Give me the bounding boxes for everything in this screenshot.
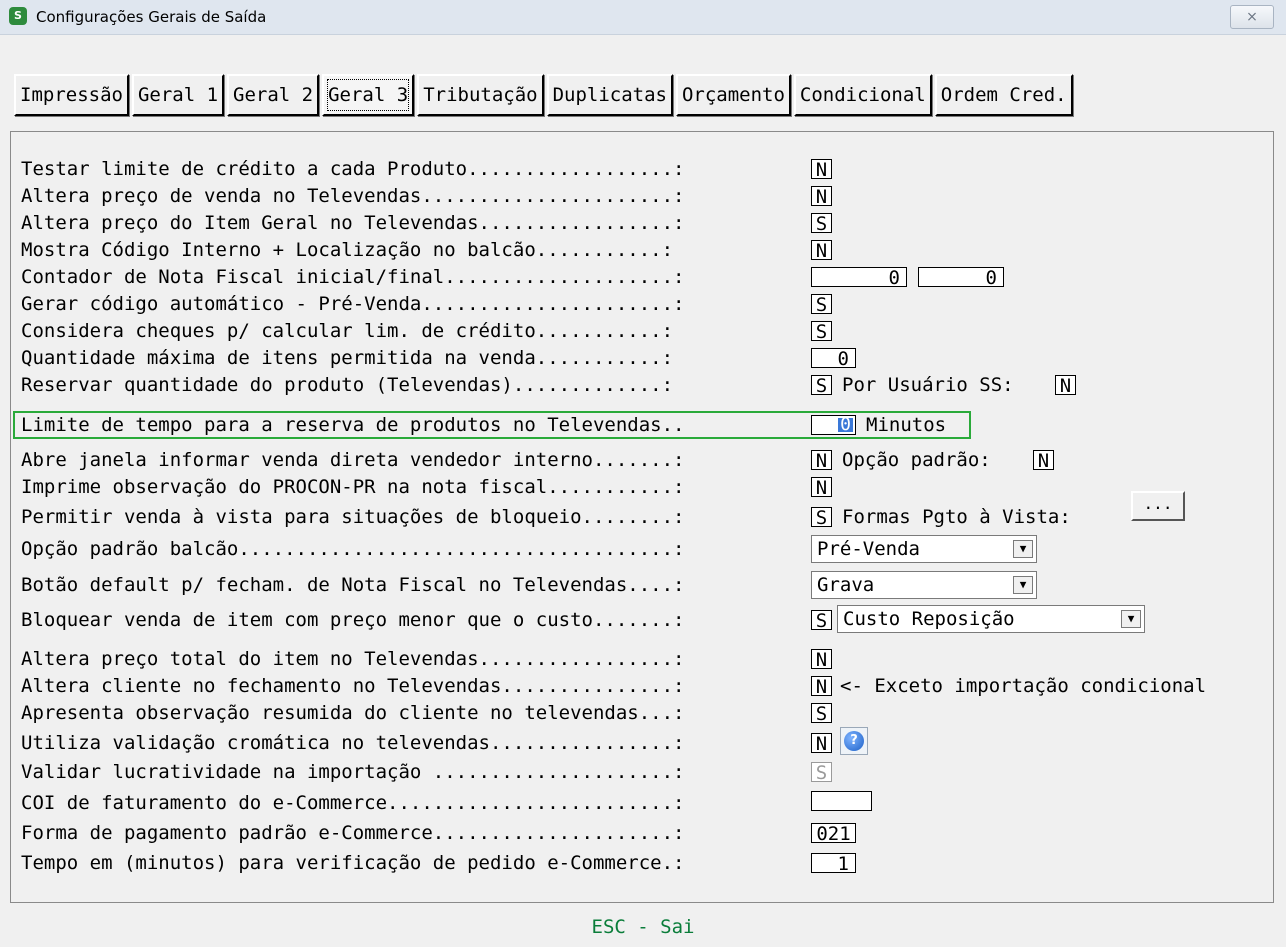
setting-label: Tempo em (minutos) para verificação de p… (21, 852, 685, 874)
default-option-field[interactable]: N (1033, 450, 1054, 471)
setting-label: Validar lucratividade na importação ....… (21, 761, 685, 783)
setting-label: Testar limite de crédito a cada Produto.… (21, 158, 685, 180)
reserve-time-value: 0 (838, 414, 853, 435)
setting-label: Botão default p/ fecham. de Nota Fiscal … (21, 574, 685, 596)
chevron-down-icon[interactable]: ▼ (1121, 610, 1141, 628)
tab-impressao[interactable]: Impressão (14, 74, 129, 116)
direct-sale-window-field[interactable]: N (811, 450, 832, 471)
window-title: Configurações Gerais de Saída (36, 8, 267, 26)
balcao-option-select[interactable]: Pré-Venda ▼ (811, 535, 1037, 563)
per-user-label: Por Usuário SS: (842, 374, 1014, 396)
per-user-field[interactable]: N (1055, 375, 1076, 396)
tab-geral-3[interactable]: Geral 3 (322, 74, 415, 116)
setting-label: Forma de pagamento padrão e-Commerce....… (21, 822, 685, 844)
default-button-select[interactable]: Grava ▼ (811, 571, 1037, 599)
alter-client-field[interactable]: N (811, 676, 832, 697)
setting-label: Reservar quantidade do produto (Televend… (21, 374, 674, 396)
tab-orcamento[interactable]: Orçamento (675, 74, 791, 116)
help-icon[interactable]: ? (840, 727, 868, 755)
block-below-cost-field[interactable]: S (811, 610, 832, 631)
coi-ecommerce-field[interactable] (811, 791, 872, 811)
nf-counter-end-field[interactable]: 0 (918, 267, 1004, 288)
order-check-time-field[interactable]: 1 (811, 853, 856, 874)
payment-ecommerce-field[interactable]: 021 (811, 823, 856, 844)
close-button[interactable]: ⨯ (1230, 5, 1274, 29)
consider-checks-field[interactable]: S (811, 321, 832, 342)
setting-label: Altera preço total do item no Televendas… (21, 648, 685, 670)
profitability-field: S (811, 762, 832, 783)
setting-label: Mostra Código Interno + Localização no b… (21, 239, 674, 261)
setting-label: Apresenta observação resumida do cliente… (21, 702, 685, 724)
nf-counter-start-field[interactable]: 0 (811, 267, 907, 288)
default-option-label: Opção padrão: (842, 449, 991, 471)
cost-type-value: Custo Reposição (843, 608, 1015, 630)
chevron-down-icon[interactable]: ▼ (1013, 540, 1033, 558)
exception-note: <- Exceto importação condicional (840, 675, 1207, 697)
tab-geral-1[interactable]: Geral 1 (131, 74, 225, 116)
title-bar: S Configurações Gerais de Saída ⨯ (0, 0, 1286, 35)
client-summary-field[interactable]: S (811, 703, 832, 724)
setting-label: Bloquear venda de item com preço menor q… (21, 609, 685, 631)
setting-label: Opção padrão balcão.....................… (21, 538, 685, 560)
tab-ordem-cred[interactable]: Ordem Cred. (934, 74, 1073, 116)
show-internal-code-field[interactable]: N (811, 240, 832, 261)
credit-limit-field[interactable]: N (811, 159, 832, 180)
footer-hint: ESC - Sai (591, 916, 695, 938)
setting-label: Gerar código automático - Pré-Venda.....… (21, 293, 685, 315)
tab-duplicatas[interactable]: Duplicatas (546, 74, 673, 116)
cash-payment-options-button[interactable]: ... (1131, 491, 1185, 521)
reserve-quantity-field[interactable]: S (811, 375, 832, 396)
setting-label: Considera cheques p/ calcular lim. de cr… (21, 320, 674, 342)
cost-type-select[interactable]: Custo Reposição ▼ (837, 605, 1145, 633)
setting-label: Utiliza validação cromática no televenda… (21, 732, 685, 754)
reserve-time-field[interactable]: 0 (811, 415, 856, 435)
setting-label: Contador de Nota Fiscal inicial/final...… (21, 266, 685, 288)
procon-field[interactable]: N (811, 477, 832, 498)
chromatic-validation-field[interactable]: N (811, 733, 832, 754)
app-icon: S (9, 7, 27, 25)
setting-label: Limite de tempo para a reserva de produt… (21, 414, 685, 436)
settings-window: S Configurações Gerais de Saída ⨯ Impres… (0, 0, 1286, 947)
balcao-option-value: Pré-Venda (817, 538, 920, 560)
setting-label: Altera preço do Item Geral no Televendas… (21, 212, 685, 234)
setting-label: Altera cliente no fechamento no Televend… (21, 675, 685, 697)
setting-label: Imprime observação do PROCON-PR na nota … (21, 476, 685, 498)
setting-label: COI de faturamento do e-Commerce........… (21, 792, 685, 814)
tab-bar: Impressão Geral 1 Geral 2 Geral 3 Tribut… (14, 74, 1076, 116)
allow-cash-sale-field[interactable]: S (811, 507, 832, 528)
setting-label: Quantidade máxima de itens permitida na … (21, 347, 674, 369)
setting-label: Altera preço de venda no Televendas.....… (21, 185, 685, 207)
setting-label: Permitir venda à vista para situações de… (21, 506, 685, 528)
setting-label: Abre janela informar venda direta vended… (21, 449, 685, 471)
max-items-field[interactable]: 0 (811, 348, 856, 369)
alter-price-field[interactable]: N (811, 186, 832, 207)
default-button-value: Grava (817, 574, 875, 596)
alter-total-price-field[interactable]: N (811, 649, 832, 670)
cash-payment-label: Formas Pgto à Vista: (842, 506, 1071, 528)
tab-geral-2[interactable]: Geral 2 (227, 74, 320, 116)
minutes-label: Minutos (866, 414, 947, 436)
auto-code-field[interactable]: S (811, 294, 832, 315)
chevron-down-icon[interactable]: ▼ (1013, 576, 1033, 594)
tab-tributacao[interactable]: Tributação (417, 74, 544, 116)
alter-general-item-field[interactable]: S (811, 213, 832, 234)
tab-condicional[interactable]: Condicional (793, 74, 932, 116)
